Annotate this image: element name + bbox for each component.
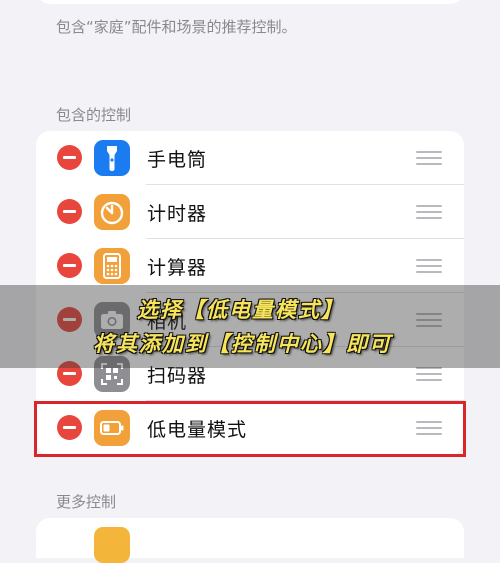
control-label: 计时器	[147, 203, 208, 225]
home-controls-hint: 包含“家庭”配件和场景的推荐控制。	[56, 18, 297, 36]
reorder-handle[interactable]	[416, 205, 442, 219]
caption-line-2: 将其添加到【控制中心】即可	[93, 332, 392, 356]
included-controls-header: 包含的控制	[56, 106, 132, 124]
reorder-handle[interactable]	[416, 367, 442, 381]
control-row-timer: 计时器	[36, 185, 464, 239]
reorder-handle[interactable]	[416, 259, 442, 273]
reorder-handle[interactable]	[416, 151, 442, 165]
control-row-flashlight: 手电筒	[36, 131, 464, 185]
low-power-mode-highlight	[34, 401, 466, 457]
calculator-icon	[94, 248, 130, 284]
control-label: 计算器	[147, 257, 208, 279]
remove-flashlight-button[interactable]	[57, 145, 82, 170]
flashlight-icon	[94, 140, 130, 176]
remove-calculator-button[interactable]	[57, 253, 82, 278]
remove-timer-button[interactable]	[57, 199, 82, 224]
partial-app-icon	[94, 527, 130, 563]
control-label: 手电筒	[147, 149, 208, 171]
caption-line-1: 选择【低电量模式】	[137, 298, 344, 322]
previous-card-edge	[36, 0, 464, 4]
more-controls-header: 更多控制	[56, 493, 117, 511]
more-controls-list	[36, 518, 464, 563]
timer-icon	[94, 194, 130, 230]
